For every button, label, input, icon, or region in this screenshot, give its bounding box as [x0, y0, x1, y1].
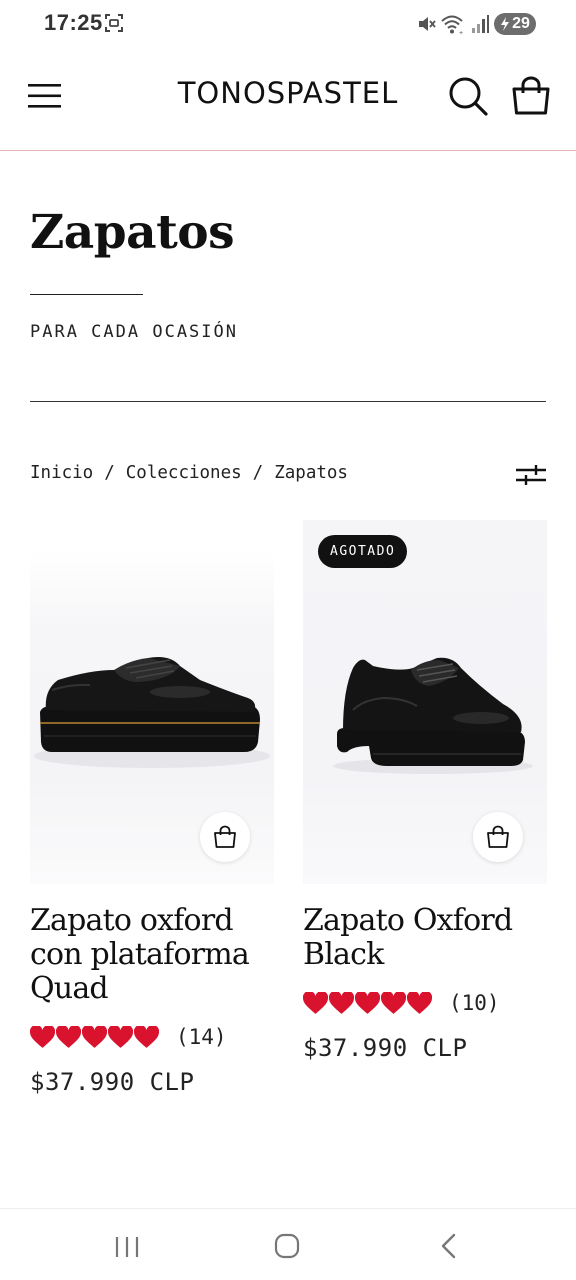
- sold-out-badge: AGOTADO: [318, 535, 408, 568]
- heart-icon: [82, 1025, 107, 1048]
- product-name[interactable]: Zapato oxford con plataforma Quad: [30, 904, 274, 1006]
- collection-subtitle: PARA CADA OCASIÓN: [30, 322, 238, 342]
- breadcrumb-separator: /: [252, 463, 264, 483]
- quick-add-button[interactable]: [473, 812, 523, 862]
- status-bar: 17:25 + 29: [0, 0, 576, 48]
- status-icons: + 29: [416, 12, 536, 36]
- brand-logo[interactable]: TONOSPASTEL: [160, 76, 416, 110]
- screenshot-icon: [105, 14, 123, 32]
- quick-add-button[interactable]: [200, 812, 250, 862]
- recent-apps-icon[interactable]: [114, 1235, 140, 1259]
- heart-icon: [355, 991, 380, 1014]
- review-count: (14): [176, 1025, 227, 1049]
- menu-icon[interactable]: [28, 82, 62, 110]
- breadcrumb-inicio[interactable]: Inicio: [30, 463, 93, 483]
- heart-icon: [134, 1025, 159, 1048]
- filter-icon[interactable]: [514, 462, 548, 488]
- review-count: (10): [449, 991, 500, 1015]
- battery-level: 29: [512, 15, 530, 32]
- search-icon[interactable]: [448, 76, 488, 116]
- heart-icon: [381, 991, 406, 1014]
- heart-icon: [329, 991, 354, 1014]
- heart-icon: [30, 1025, 55, 1048]
- product-card[interactable]: AGOTADO Zapato Oxford Black (10) $37.990…: [303, 520, 547, 1062]
- header-divider: [0, 150, 576, 151]
- product-card[interactable]: Zapato oxford con plataforma Quad (14) $…: [30, 520, 274, 1096]
- system-nav-bar: [0, 1208, 576, 1280]
- battery-charging-icon: [501, 17, 510, 31]
- cart-icon[interactable]: [510, 76, 552, 116]
- heart-icon: [407, 991, 432, 1014]
- battery-indicator: 29: [494, 13, 536, 35]
- title-underline: [30, 294, 143, 295]
- shopping-bag-icon: [487, 825, 509, 848]
- wifi-icon: +: [441, 15, 463, 35]
- shopping-bag-icon: [214, 825, 236, 848]
- product-price: $37.990 CLP: [303, 1034, 468, 1062]
- product-rating: (10): [303, 988, 547, 1018]
- product-name[interactable]: Zapato Oxford Black: [303, 904, 547, 972]
- mute-icon: [419, 17, 436, 31]
- product-price: $37.990 CLP: [30, 1068, 195, 1096]
- heart-icon: [56, 1025, 81, 1048]
- back-icon[interactable]: [438, 1233, 460, 1259]
- product-image[interactable]: [30, 520, 274, 884]
- heart-icon: [108, 1025, 133, 1048]
- product-image[interactable]: AGOTADO: [303, 520, 547, 884]
- breadcrumb: Inicio / Colecciones / Zapatos: [30, 463, 348, 483]
- heart-icon: [303, 991, 328, 1014]
- breadcrumb-colecciones[interactable]: Colecciones: [126, 463, 242, 483]
- breadcrumb-current: Zapatos: [274, 463, 348, 483]
- product-rating: (14): [30, 1022, 274, 1052]
- signal-icon: [472, 15, 489, 33]
- status-time: 17:25: [44, 10, 103, 35]
- section-divider: [30, 401, 546, 402]
- home-icon[interactable]: [274, 1233, 300, 1259]
- page-title: Zapatos: [30, 205, 235, 260]
- breadcrumb-separator: /: [104, 463, 115, 483]
- svg-text:+: +: [459, 30, 463, 35]
